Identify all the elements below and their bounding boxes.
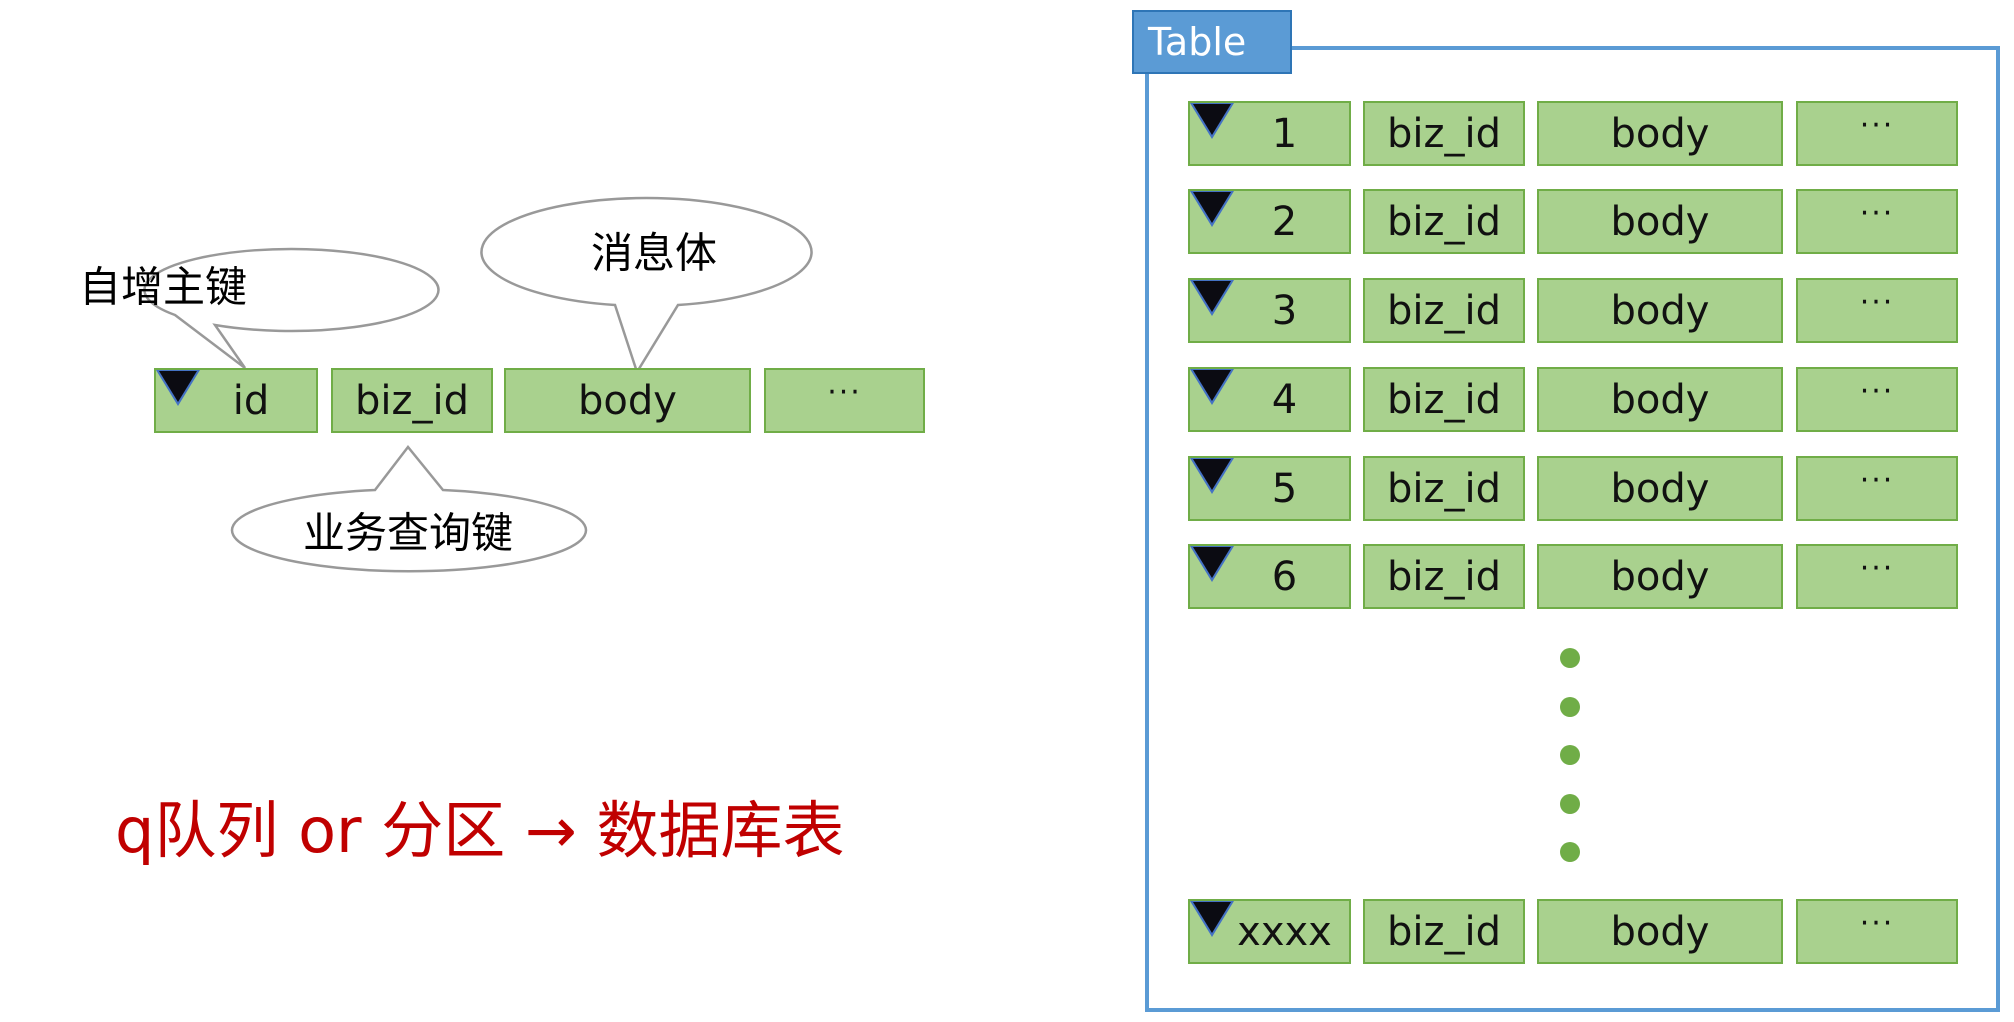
table-more-cell: ··· [1796, 544, 1958, 609]
table-biz-id-cell: biz_id [1363, 189, 1525, 254]
callout-primary-key-label: 自增主键 [78, 262, 248, 312]
table-biz-id-cell: biz_id [1363, 101, 1525, 166]
table-biz-id-label: biz_id [1386, 908, 1501, 955]
table-more-cell: ··· [1796, 278, 1958, 343]
ellipsis-dot [1560, 793, 1580, 814]
table-biz-id-cell: biz_id [1363, 899, 1525, 964]
table-biz-id-label: biz_id [1386, 198, 1501, 245]
primary-key-marker-icon [1190, 546, 1234, 582]
table-biz-id-cell: biz_id [1363, 544, 1525, 609]
left-more-cell: ··· [764, 368, 925, 433]
callout-body-label: 消息体 [590, 228, 718, 278]
table-id-label: 5 [1271, 465, 1298, 512]
primary-key-marker-icon [1190, 280, 1234, 316]
table-body-cell: body [1537, 544, 1783, 609]
primary-key-marker-icon [1190, 191, 1234, 227]
table-biz-id-label: biz_id [1386, 110, 1501, 157]
table-body-label: body [1610, 198, 1710, 245]
table-more-cell: ··· [1796, 101, 1958, 166]
ellipsis-dot [1560, 696, 1580, 717]
ellipsis-dot [1560, 648, 1580, 668]
table-title: Table [1148, 20, 1247, 64]
left-more-label: ··· [827, 375, 862, 410]
table-id-cell: 6 [1188, 544, 1351, 609]
left-id-label: id [232, 377, 270, 424]
table-id-label: 6 [1271, 553, 1298, 600]
table-body-label: body [1610, 376, 1710, 423]
table-id-cell: 1 [1188, 101, 1351, 166]
table-biz-id-label: biz_id [1386, 465, 1501, 512]
table-body-cell: body [1537, 278, 1783, 343]
table-biz-id-label: biz_id [1386, 376, 1501, 423]
table-body-cell: body [1537, 101, 1783, 166]
table-id-cell: 5 [1188, 456, 1351, 521]
callout-biz-key-label: 业务查询键 [302, 508, 514, 558]
primary-key-marker-icon [1190, 458, 1234, 494]
table-body-label: body [1610, 110, 1710, 157]
ellipsis-dot [1560, 745, 1580, 765]
table-body-cell: body [1537, 456, 1783, 521]
table-more-label: ··· [1859, 463, 1895, 498]
table-more-label: ··· [1859, 108, 1895, 143]
table-id-label: xxxx [1237, 908, 1332, 955]
table-id-label: 2 [1271, 198, 1298, 245]
table-more-label: ··· [1859, 551, 1895, 586]
table-body-cell: body [1537, 367, 1783, 432]
table-biz-id-label: biz_id [1386, 287, 1501, 334]
table-id-cell: xxxx [1188, 899, 1351, 964]
table-biz-id-cell: biz_id [1363, 456, 1525, 521]
primary-key-marker-icon [1190, 901, 1234, 937]
primary-key-marker-icon [1190, 103, 1234, 139]
table-more-label: ··· [1859, 196, 1895, 231]
table-biz-id-label: biz_id [1386, 553, 1501, 600]
table-more-label: ··· [1859, 374, 1895, 409]
table-body-label: body [1610, 908, 1710, 955]
table-body-label: body [1610, 553, 1710, 600]
left-biz-id-label: biz_id [354, 377, 469, 424]
left-id-cell: id [154, 368, 318, 433]
table-more-cell: ··· [1796, 189, 1958, 254]
table-body-label: body [1610, 465, 1710, 512]
table-id-label: 1 [1271, 110, 1298, 157]
table-more-label: ··· [1859, 906, 1895, 941]
table-biz-id-cell: biz_id [1363, 367, 1525, 432]
table-more-cell: ··· [1796, 899, 1958, 964]
table-id-cell: 2 [1188, 189, 1351, 254]
table-id-label: 4 [1271, 376, 1298, 423]
left-body-cell: body [504, 368, 751, 433]
table-more-label: ··· [1859, 285, 1895, 320]
table-body-label: body [1610, 287, 1710, 334]
table-body-cell: body [1537, 899, 1783, 964]
left-body-label: body [578, 377, 677, 424]
left-biz-id-cell: biz_id [331, 368, 493, 433]
ellipsis-dot [1560, 842, 1580, 862]
table-id-cell: 4 [1188, 367, 1351, 432]
primary-key-marker-icon [1190, 369, 1234, 405]
mapping-caption: q队列 or 分区 → 数据库表 [115, 794, 845, 867]
table-id-cell: 3 [1188, 278, 1351, 343]
primary-key-marker-icon [156, 370, 200, 406]
table-biz-id-cell: biz_id [1363, 278, 1525, 343]
table-title-tab: Table [1132, 10, 1292, 74]
table-body-cell: body [1537, 189, 1783, 254]
table-more-cell: ··· [1796, 367, 1958, 432]
table-more-cell: ··· [1796, 456, 1958, 521]
table-id-label: 3 [1271, 287, 1298, 334]
